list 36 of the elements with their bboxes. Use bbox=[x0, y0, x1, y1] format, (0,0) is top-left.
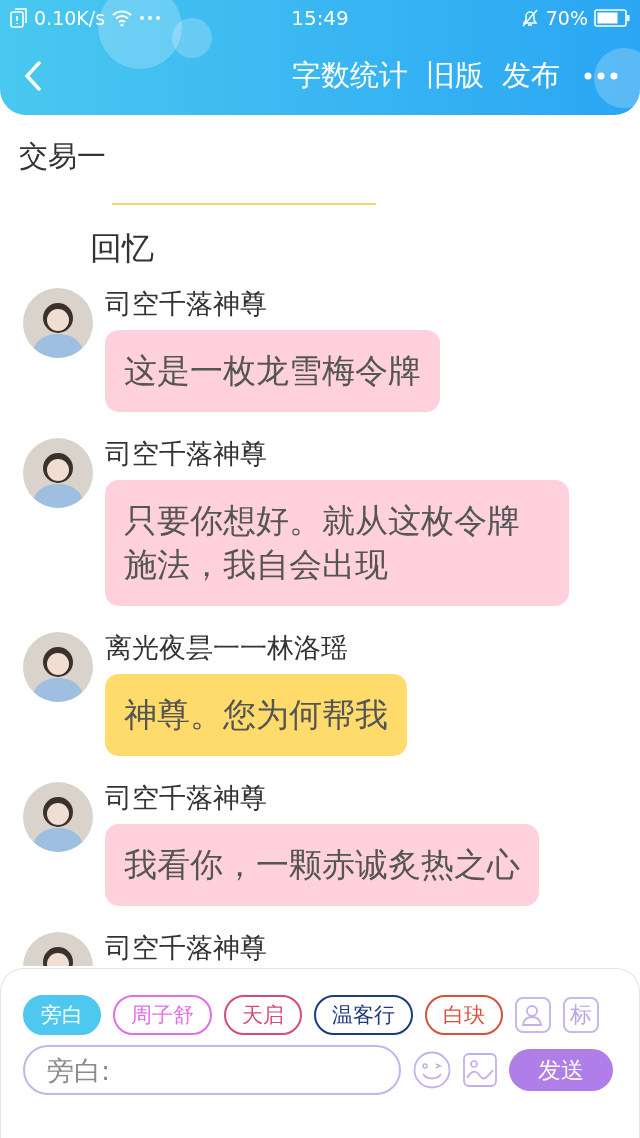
send-button[interactable]: 发送 bbox=[509, 1049, 613, 1091]
speaker-name: 司空千落神尊 bbox=[105, 438, 267, 470]
header-action[interactable]: 字数统计 bbox=[292, 55, 408, 96]
header-action[interactable]: 发布 bbox=[502, 55, 560, 96]
role-chip[interactable]: 周子舒 bbox=[113, 995, 212, 1035]
tag-button[interactable]: 标 bbox=[563, 997, 599, 1033]
document-title: 交易一 bbox=[19, 138, 106, 175]
battery-icon bbox=[594, 9, 630, 27]
speaker-name: 离光夜昙一一林洛瑶 bbox=[105, 632, 348, 664]
clock-time: 15:49 bbox=[291, 6, 349, 30]
role-chip[interactable]: 温客行 bbox=[314, 995, 413, 1035]
bell-off-icon bbox=[519, 8, 540, 28]
message-bubble: 神尊。您为何帮我 bbox=[105, 674, 407, 756]
speaker-name: 司空千落神尊 bbox=[105, 288, 267, 320]
section-heading: 回忆 bbox=[90, 228, 154, 269]
emoji-icon[interactable] bbox=[413, 1051, 451, 1089]
speaker-name: 司空千落神尊 bbox=[105, 782, 267, 814]
sim-icon bbox=[10, 8, 28, 28]
bubble-decoration bbox=[594, 48, 640, 108]
person-icon[interactable] bbox=[515, 997, 551, 1033]
back-icon[interactable] bbox=[24, 60, 42, 91]
image-icon[interactable] bbox=[463, 1053, 497, 1087]
header-action[interactable]: 旧版 bbox=[426, 55, 484, 96]
speaker-name: 司空千落神尊 bbox=[105, 932, 267, 964]
message-bubble: 只要你想好。就从这枚令牌施法，我自会出现 bbox=[105, 480, 569, 606]
role-chip[interactable]: 白玦 bbox=[425, 995, 503, 1035]
message-input[interactable]: 旁白: bbox=[23, 1045, 401, 1095]
network-speed: 0.10K/s bbox=[34, 7, 106, 29]
battery-percent: 70% bbox=[545, 7, 588, 29]
role-chip[interactable]: 旁白 bbox=[23, 995, 101, 1035]
more-icon[interactable] bbox=[584, 71, 618, 80]
role-chip[interactable]: 天启 bbox=[224, 995, 302, 1035]
more-icon bbox=[139, 15, 162, 21]
message-bubble: 我看你，一颗赤诚炙热之心 bbox=[105, 824, 539, 906]
message-bubble: 这是一枚龙雪梅令牌 bbox=[105, 330, 440, 412]
wifi-icon bbox=[111, 9, 134, 27]
